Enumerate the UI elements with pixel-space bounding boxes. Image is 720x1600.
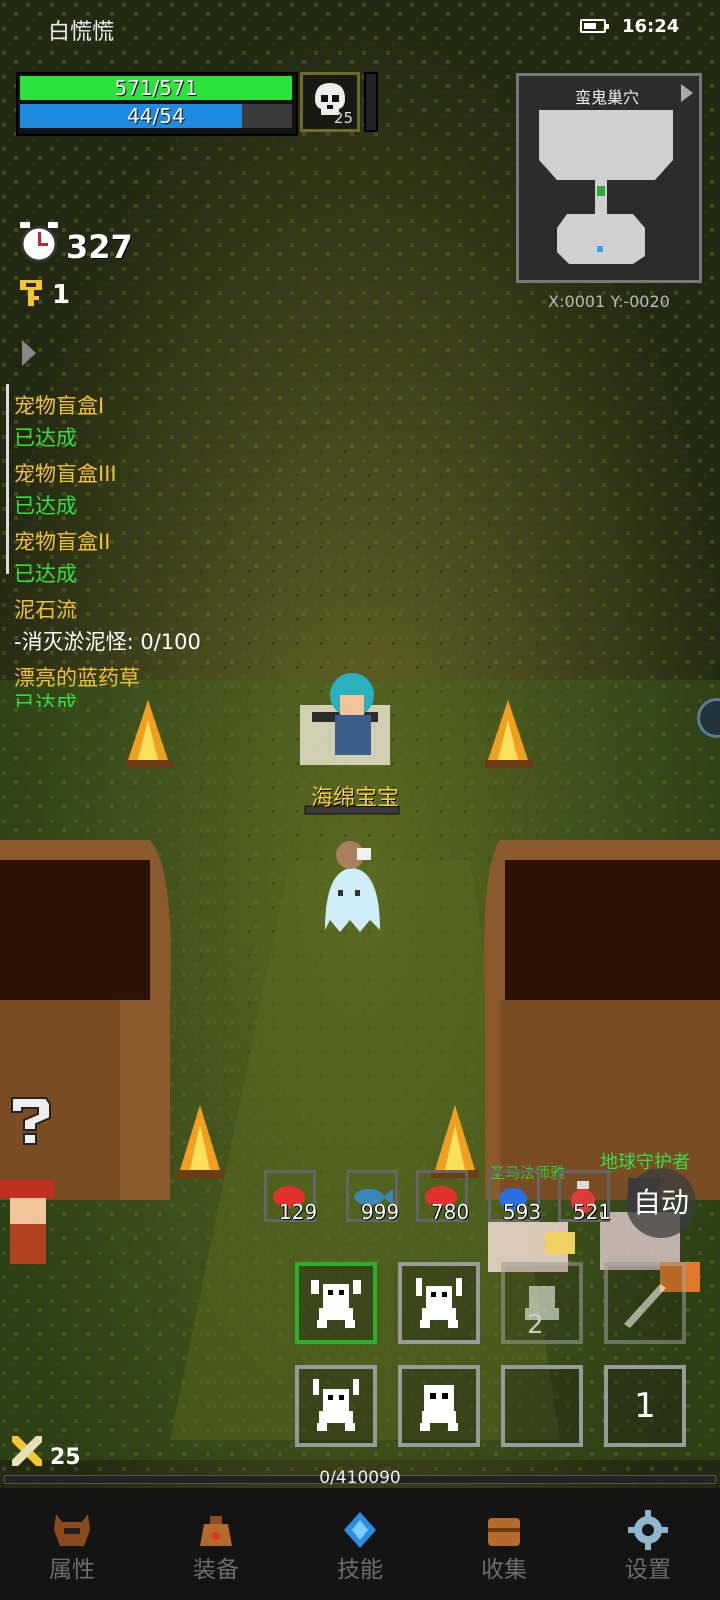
status-time: 16:24	[622, 16, 680, 37]
skill-cooldown-number: 2	[527, 1310, 544, 1340]
minimap-map	[539, 110, 673, 264]
skill-slot-5[interactable]	[295, 1365, 377, 1447]
quest-title[interactable]: 泥石流	[14, 593, 77, 627]
item-count: 780	[430, 1200, 470, 1224]
quest-status: -消灭淤泥怪: 0/100	[14, 630, 201, 654]
item-count: 521	[572, 1200, 612, 1224]
nav-label: 装备	[193, 1557, 239, 1583]
helmet-icon	[54, 1514, 90, 1546]
battery-icon	[580, 19, 609, 33]
question-mark-icon[interactable]	[6, 1092, 54, 1148]
quest-toggle-icon[interactable]	[20, 338, 38, 368]
boss-level: 25	[333, 109, 353, 127]
quest-scroll-indicator	[6, 384, 9, 574]
map-coordinates: X:0001 Y:-0020	[548, 292, 670, 311]
crystal-icon	[344, 1512, 376, 1548]
item-count: 593	[502, 1200, 542, 1224]
nav-skills[interactable]: 技能	[288, 1488, 432, 1600]
quest-title[interactable]: 漂亮的蓝药草	[14, 661, 140, 695]
skill-slot-4[interactable]	[604, 1262, 686, 1344]
item-count: 999	[360, 1200, 400, 1224]
auto-button[interactable]: 自动	[626, 1168, 696, 1238]
quest-title[interactable]: 宠物盲盒II	[14, 525, 110, 559]
gear-icon	[628, 1510, 668, 1550]
nav-label: 设置	[625, 1557, 671, 1583]
bag-icon	[200, 1516, 232, 1546]
alarm-clock-icon	[20, 222, 58, 263]
nav-collection[interactable]: 收集	[432, 1488, 576, 1600]
level-crossed-swords-icon	[12, 1436, 42, 1466]
chest-icon	[488, 1518, 520, 1546]
ally-name: 地球守护者	[600, 1152, 690, 1173]
nav-attributes[interactable]: 属性	[0, 1488, 144, 1600]
nav-equipment[interactable]: 装备	[144, 1488, 288, 1600]
quest-status: 已达成	[14, 426, 77, 450]
quest-title[interactable]: 宠物盲盒III	[14, 457, 117, 491]
minimap-title: 蛮鬼巢穴	[574, 88, 639, 107]
sword-skill-icon	[624, 1284, 666, 1328]
skill-slot-7[interactable]	[501, 1365, 583, 1447]
nav-settings[interactable]: 设置	[576, 1488, 720, 1600]
monster-skill-icon	[313, 1379, 359, 1431]
quest-status: 已达成	[14, 562, 77, 586]
monster-skill-icon	[416, 1278, 462, 1328]
boss-side-bar	[364, 72, 378, 132]
exp-text: 0/410090	[319, 1468, 401, 1488]
hp-text: 571/571	[114, 76, 198, 100]
skill-slot-1[interactable]	[295, 1262, 377, 1344]
minimap[interactable]: 蛮鬼巢穴	[516, 73, 702, 283]
quest-status: 已达成	[14, 494, 77, 518]
player-name: 海绵宝宝	[310, 786, 399, 811]
player-level: 25	[50, 1445, 81, 1470]
nav-label: 技能	[337, 1557, 383, 1583]
bottom-nav: 属性 装备 技能 收集 设置	[0, 1488, 720, 1600]
hp-mp-panel: 571/571 44/54	[16, 72, 298, 136]
item-count: 129	[278, 1200, 318, 1224]
skill-slot-2[interactable]	[398, 1262, 480, 1344]
skill-slot-6[interactable]	[398, 1365, 480, 1447]
key-icon	[20, 280, 42, 306]
quest-status: 已达成	[14, 693, 77, 707]
key-count: 1	[52, 280, 71, 310]
skill-slot-number: 1	[634, 1386, 656, 1426]
timer-value: 327	[66, 228, 133, 266]
boss-badge[interactable]: 25	[300, 72, 360, 132]
nav-label: 属性	[49, 1557, 95, 1583]
mp-text: 44/54	[127, 104, 185, 128]
skill-slot-8[interactable]: 1	[604, 1365, 686, 1447]
minimap-expand-icon[interactable]	[681, 84, 693, 102]
monster-skill-icon	[311, 1280, 361, 1328]
quest-title[interactable]: 宠物盲盒I	[14, 389, 104, 423]
monster-skill-icon	[420, 1385, 458, 1431]
nav-label: 收集	[481, 1557, 527, 1583]
status-app-name: 白慌慌	[48, 20, 115, 45]
